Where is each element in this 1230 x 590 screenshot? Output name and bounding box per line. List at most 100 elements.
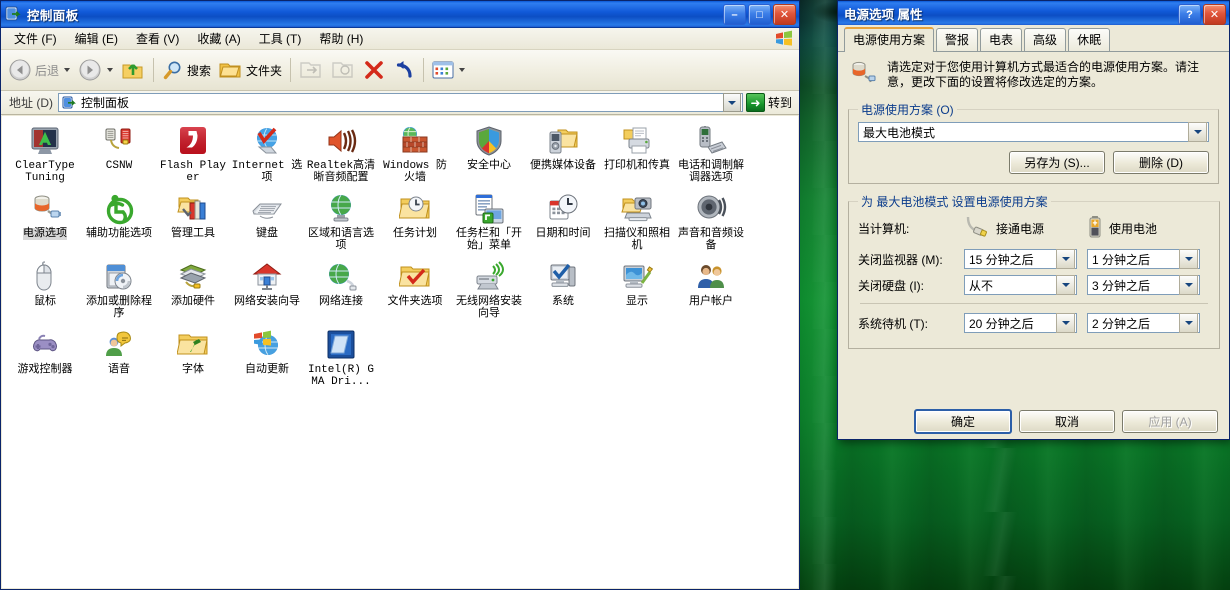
system-standby-dc-combo[interactable]: 2 分钟之后: [1087, 313, 1200, 333]
address-input[interactable]: 控制面板: [58, 93, 743, 112]
control-panel-item[interactable]: CSNW: [82, 122, 156, 186]
system-standby-ac-combo[interactable]: 20 分钟之后: [964, 313, 1077, 333]
menu-view[interactable]: 查看 (V): [127, 28, 188, 49]
power-scheme-icon: [848, 60, 878, 91]
control-panel-item[interactable]: 扫描仪和照相机: [600, 190, 674, 254]
dropdown-button[interactable]: [1179, 249, 1198, 269]
turn-off-monitor-ac-combo[interactable]: 15 分钟之后: [964, 249, 1077, 269]
control-panel-item[interactable]: Internet 选项: [230, 122, 304, 186]
back-dropdown-icon[interactable]: [64, 68, 71, 72]
move-to-button[interactable]: [295, 53, 327, 87]
menu-favorites[interactable]: 收藏 (A): [188, 28, 249, 49]
back-button[interactable]: 后退: [4, 53, 74, 87]
wireless-network-wizard-icon: [473, 261, 505, 293]
control-panel-item[interactable]: 网络连接: [304, 258, 378, 322]
control-panel-item[interactable]: 文件夹选项: [378, 258, 452, 322]
control-panel-item[interactable]: 声音和音频设备: [674, 190, 748, 254]
tab-power-schemes[interactable]: 电源使用方案: [844, 27, 935, 52]
power-settings-header: 当计算机: 接通电源 使用电池: [858, 214, 1210, 242]
tab-alarms[interactable]: 警报: [936, 28, 979, 51]
menu-edit[interactable]: 编辑 (E): [66, 28, 127, 49]
explorer-titlebar[interactable]: 控制面板 – □ ✕: [1, 1, 799, 28]
power-scheme-combo[interactable]: 最大电池模式: [858, 122, 1209, 142]
control-panel-item[interactable]: 键盘: [230, 190, 304, 254]
up-folder-icon: [122, 64, 143, 79]
tab-power-meter[interactable]: 电表: [980, 28, 1023, 51]
control-panel-item[interactable]: 电话和调制解调器选项: [674, 122, 748, 186]
explorer-toolbar: 后退 搜索 文件夹: [1, 50, 799, 91]
control-panel-item[interactable]: 便携媒体设备: [526, 122, 600, 186]
control-panel-item[interactable]: ClearType Tuning: [8, 122, 82, 186]
forward-button[interactable]: [74, 53, 117, 87]
forward-dropdown-icon[interactable]: [107, 68, 114, 72]
dialog-titlebar[interactable]: 电源选项 属性 ? ✕: [838, 1, 1229, 25]
turn-off-monitor-dc-combo[interactable]: 1 分钟之后: [1087, 249, 1200, 269]
control-panel-item[interactable]: 日期和时间: [526, 190, 600, 254]
menu-file[interactable]: 文件 (F): [5, 28, 66, 49]
control-panel-item[interactable]: 添加或删除程序: [82, 258, 156, 322]
control-panel-item[interactable]: 安全中心: [452, 122, 526, 186]
control-panel-item[interactable]: 管理工具: [156, 190, 230, 254]
menu-help[interactable]: 帮助 (H): [310, 28, 372, 49]
folders-button[interactable]: 文件夹: [215, 53, 286, 87]
dialog-footer: 确定 取消 应用 (A): [838, 403, 1229, 439]
turn-off-disks-ac-combo[interactable]: 从不: [964, 275, 1077, 295]
power-scheme-dropdown-button[interactable]: [1188, 122, 1207, 142]
ok-button[interactable]: 确定: [914, 408, 1012, 434]
add-remove-programs-icon: [103, 261, 135, 293]
control-panel-item[interactable]: 区域和语言选项: [304, 190, 378, 254]
control-panel-item[interactable]: 语音: [82, 326, 156, 390]
control-panel-items-area: ClearType Tuning CSNW Flash Player Internet…: [2, 116, 798, 588]
control-panel-item[interactable]: 打印机和传真: [600, 122, 674, 186]
dialog-close-button[interactable]: ✕: [1203, 4, 1226, 25]
control-panel-item[interactable]: 鼠标: [8, 258, 82, 322]
address-dropdown-button[interactable]: [722, 93, 741, 112]
menu-tools[interactable]: 工具 (T): [250, 28, 311, 49]
control-panel-item[interactable]: Flash Player: [156, 122, 230, 186]
control-panel-item[interactable]: 显示: [600, 258, 674, 322]
control-panel-item[interactable]: Windows 防火墙: [378, 122, 452, 186]
toolbar-separator-3: [423, 58, 425, 82]
control-panel-item[interactable]: 电源选项: [8, 190, 82, 254]
control-panel-item[interactable]: 字体: [156, 326, 230, 390]
views-dropdown-icon[interactable]: [459, 68, 466, 72]
help-button[interactable]: ?: [1178, 4, 1201, 25]
row-turn-off-monitor: 关闭监视器 (M): 15 分钟之后 1 分钟之后: [858, 249, 1210, 269]
search-button[interactable]: 搜索: [158, 53, 215, 87]
control-panel-item-label: 便携媒体设备: [530, 160, 596, 172]
copy-to-button[interactable]: [327, 53, 359, 87]
control-panel-item[interactable]: 添加硬件: [156, 258, 230, 322]
control-panel-item[interactable]: 系统: [526, 258, 600, 322]
turn-off-disks-dc-combo[interactable]: 3 分钟之后: [1087, 275, 1200, 295]
control-panel-item[interactable]: Realtek高清晰音频配置: [304, 122, 378, 186]
realtek-audio-icon: [325, 125, 357, 157]
apply-button[interactable]: 应用 (A): [1122, 409, 1218, 433]
dropdown-button[interactable]: [1056, 313, 1075, 333]
control-panel-item[interactable]: 网络安装向导: [230, 258, 304, 322]
maximize-button[interactable]: □: [748, 4, 771, 25]
control-panel-item[interactable]: 自动更新: [230, 326, 304, 390]
control-panel-item[interactable]: 游戏控制器: [8, 326, 82, 390]
control-panel-item[interactable]: 任务计划: [378, 190, 452, 254]
dropdown-button[interactable]: [1056, 249, 1075, 269]
dropdown-button[interactable]: [1179, 275, 1198, 295]
dropdown-button[interactable]: [1056, 275, 1075, 295]
control-panel-item[interactable]: Intel(R) GMA Dri...: [304, 326, 378, 390]
save-as-button[interactable]: 另存为 (S)...: [1009, 151, 1105, 174]
up-button[interactable]: [117, 53, 149, 87]
views-button[interactable]: [428, 53, 469, 87]
undo-button[interactable]: [389, 53, 419, 87]
tab-hibernate[interactable]: 休眠: [1068, 28, 1111, 51]
close-button[interactable]: ✕: [773, 4, 796, 25]
control-panel-item[interactable]: 辅助功能选项: [82, 190, 156, 254]
go-button[interactable]: ➜ 转到: [743, 92, 797, 113]
cancel-button[interactable]: 取消: [1019, 409, 1115, 433]
tab-advanced[interactable]: 高级: [1024, 28, 1067, 51]
minimize-button[interactable]: –: [723, 4, 746, 25]
delete-button[interactable]: [359, 53, 389, 87]
control-panel-item[interactable]: 无线网络安装向导: [452, 258, 526, 322]
delete-scheme-button[interactable]: 删除 (D): [1113, 151, 1209, 174]
dropdown-button[interactable]: [1179, 313, 1198, 333]
control-panel-item[interactable]: 用户帐户: [674, 258, 748, 322]
control-panel-item[interactable]: 任务栏和「开始」菜单: [452, 190, 526, 254]
